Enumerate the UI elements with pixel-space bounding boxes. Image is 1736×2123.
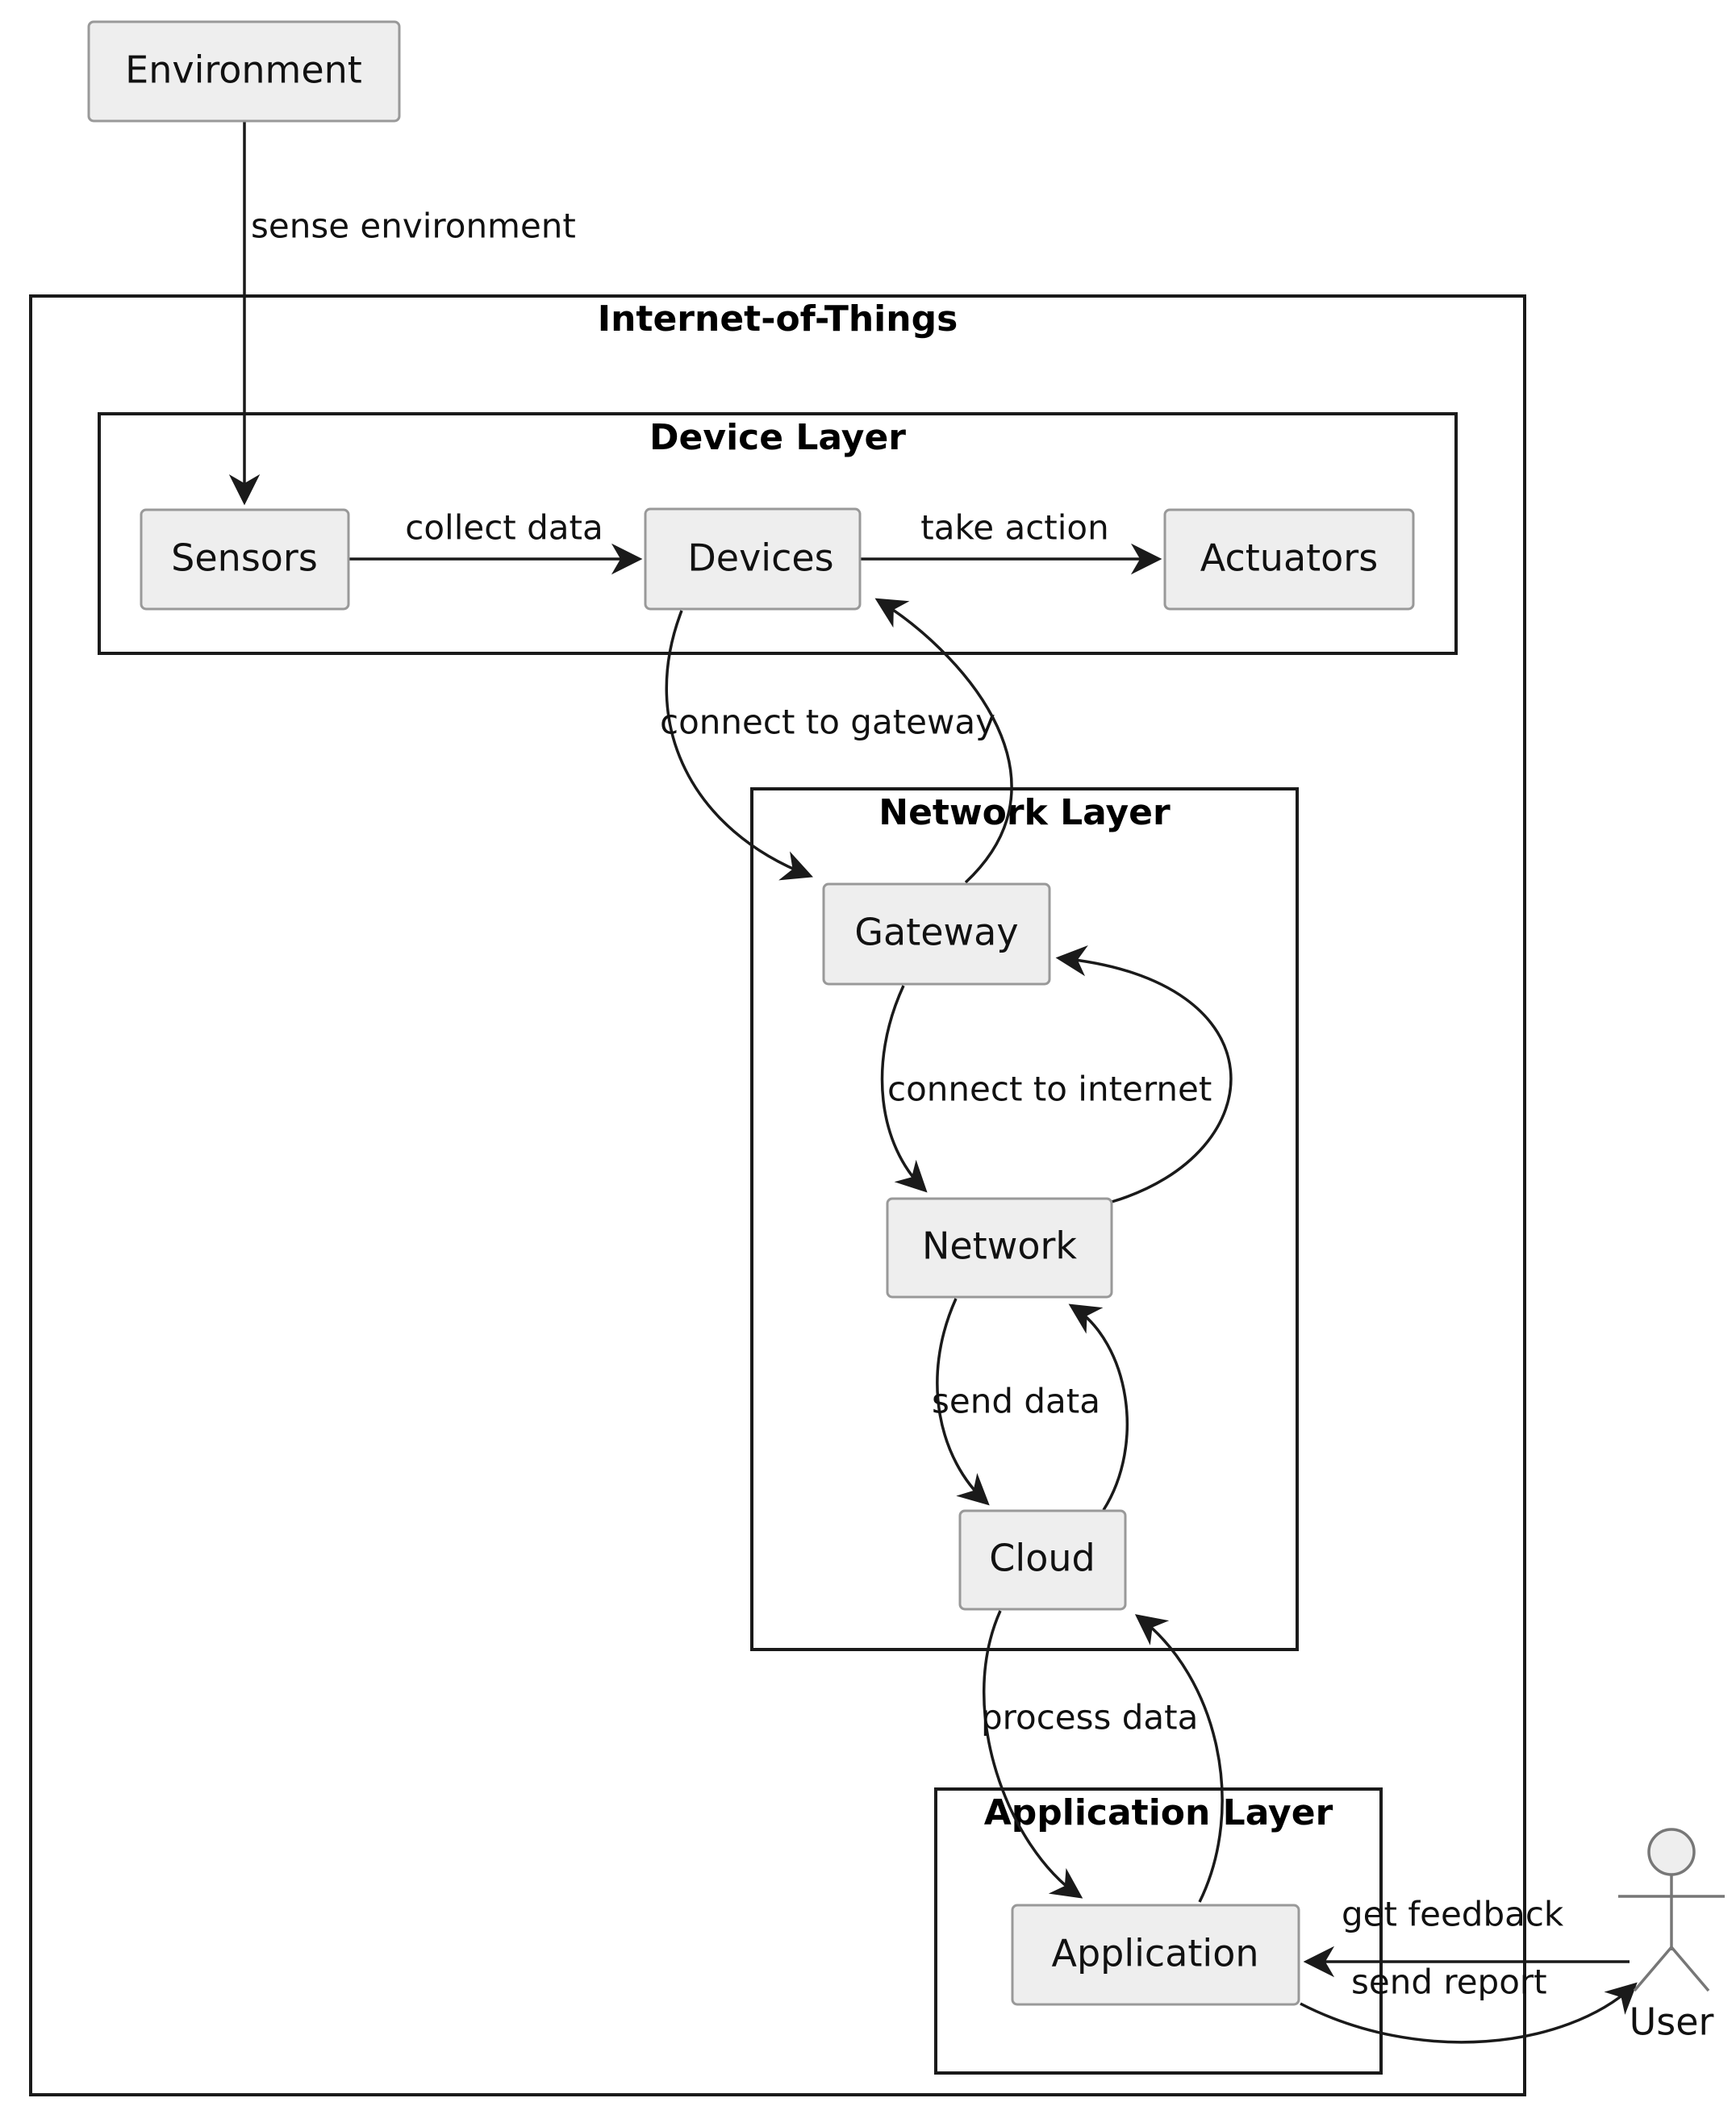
actor-leg-right-line: [1670, 1946, 1710, 1992]
node-label-environment: Environment: [125, 48, 362, 92]
container-label-application-layer: Application Layer: [984, 1792, 1333, 1833]
node-label-sensors: Sensors: [171, 536, 318, 580]
diagram-canvas: Internet-of-Things Device Layer Network …: [29, 20, 1725, 2096]
edge-label-sense-environment: sense environment: [251, 206, 576, 246]
node-label-actuators: Actuators: [1200, 536, 1378, 580]
edge-label-send-report: send report: [1351, 1962, 1547, 2002]
edge-label-get-feedback: get feedback: [1342, 1895, 1564, 1934]
actor-user[interactable]: [1618, 1828, 1725, 1992]
node-label-application: Application: [1051, 1932, 1258, 1975]
node-label-cloud: Cloud: [989, 1537, 1095, 1580]
node-label-gateway: Gateway: [854, 911, 1018, 954]
actor-leg-left-line: [1633, 1946, 1673, 1992]
edge-label-send-data: send data: [932, 1382, 1100, 1421]
node-label-network: Network: [922, 1224, 1077, 1268]
container-label-device-layer: Device Layer: [649, 417, 906, 458]
container-label-network-layer: Network Layer: [878, 792, 1171, 833]
actor-head-icon: [1647, 1828, 1696, 1876]
edge-gateway-to-devices: [874, 598, 1013, 884]
iot-architecture-diagram: Internet-of-Things Device Layer Network …: [0, 0, 1736, 2123]
node-label-devices: Devices: [687, 536, 833, 580]
edge-cloud-to-application: [983, 1610, 1083, 1899]
container-label-internet-of-things: Internet-of-Things: [598, 298, 958, 340]
edge-application-to-cloud: [1134, 1614, 1224, 1903]
edge-label-process-data: process data: [981, 1698, 1198, 1737]
edge-label-collect-data: collect data: [405, 508, 603, 548]
edge-devices-to-gateway: [665, 610, 813, 881]
actor-label-user: User: [1630, 2000, 1714, 2044]
edge-label-connect-to-gateway: connect to gateway: [660, 703, 995, 742]
edge-label-take-action: take action: [920, 508, 1109, 548]
edge-label-connect-to-internet: connect to internet: [887, 1070, 1212, 1109]
